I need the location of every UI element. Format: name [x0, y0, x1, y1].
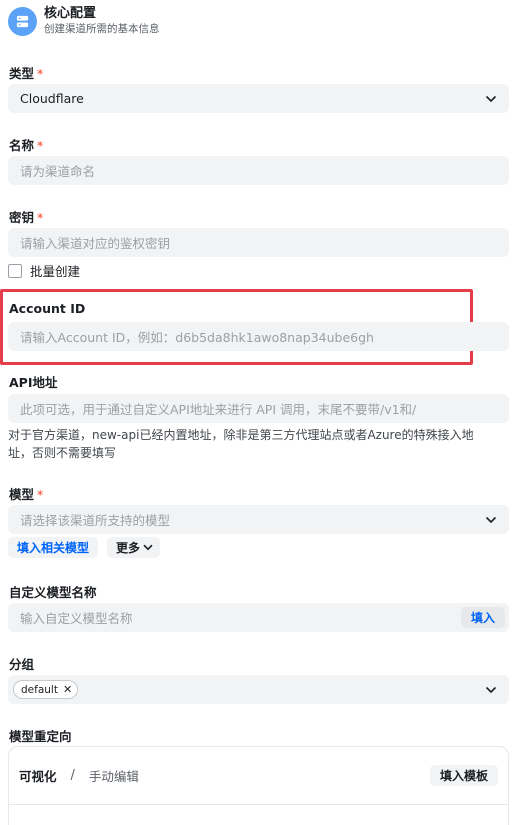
models-select[interactable]: 请选择该渠道所支持的模型	[8, 505, 509, 534]
batch-create-label: 批量创建	[30, 264, 81, 279]
section-header: 核心配置 创建渠道所需的基本信息	[8, 4, 508, 38]
chevron-down-icon	[485, 516, 497, 523]
required-mark: *	[37, 210, 44, 225]
api-address-input-placeholder: 此项可选，用于通过自定义API地址来进行 API 调用，末尾不要带/v1和/	[20, 402, 417, 417]
close-icon[interactable]: ✕	[63, 683, 72, 696]
chevron-down-icon	[485, 686, 497, 693]
type-select[interactable]: Cloudflare	[8, 84, 509, 113]
tab-separator: /	[70, 768, 75, 783]
model-redirect-editor: 可视化 / 手动编辑 填入模板	[8, 746, 509, 825]
more-button[interactable]: 更多	[107, 537, 161, 558]
api-address-input[interactable]: 此项可选，用于通过自定义API地址来进行 API 调用，末尾不要带/v1和/	[8, 394, 509, 423]
group-select[interactable]: default ✕	[8, 675, 509, 704]
fill-related-models-button[interactable]: 填入相关模型	[8, 537, 99, 558]
fill-custom-model-button[interactable]: 填入	[460, 607, 505, 628]
key-input[interactable]: 请输入渠道对应的鉴权密钥	[8, 228, 509, 257]
account-id-label: Account ID	[9, 301, 86, 316]
models-actions: 填入相关模型 更多	[8, 537, 161, 558]
group-tags: default ✕	[13, 680, 477, 699]
group-tag: default ✕	[13, 680, 79, 699]
models-select-placeholder: 请选择该渠道所支持的模型	[20, 513, 171, 528]
model-redirect-toolbar: 可视化 / 手动编辑 填入模板	[9, 747, 508, 805]
server-icon	[8, 6, 37, 36]
section-subtitle: 创建渠道所需的基本信息	[44, 23, 160, 35]
required-mark: *	[37, 138, 44, 153]
chevron-down-icon	[143, 544, 153, 551]
account-id-input[interactable]: 请输入Account ID，例如：d6b5da8hk1awo8nap34ube6…	[8, 322, 509, 351]
key-input-placeholder: 请输入渠道对应的鉴权密钥	[20, 236, 171, 251]
fill-template-button[interactable]: 填入模板	[429, 765, 498, 786]
chevron-down-icon	[485, 95, 497, 102]
batch-create-checkbox[interactable]	[8, 263, 22, 278]
name-input[interactable]: 请为渠道命名	[8, 156, 509, 185]
tab-manual-edit[interactable]: 手动编辑	[89, 766, 430, 785]
custom-model-input[interactable]: 输入自定义模型名称 填入	[8, 603, 509, 632]
custom-model-label: 自定义模型名称	[9, 585, 97, 600]
account-id-input-placeholder: 请输入Account ID，例如：d6b5da8hk1awo8nap34ube6…	[20, 330, 374, 345]
model-redirect-label: 模型重定向	[9, 729, 72, 744]
type-label: 类型 *	[9, 66, 44, 81]
section-title: 核心配置	[44, 6, 97, 21]
required-mark: *	[37, 487, 44, 502]
api-address-help: 对于官方渠道，new-api已经内置地址，除非是第三方代理站点或者Azure的特…	[8, 428, 474, 460]
api-address-label: API地址	[9, 375, 58, 390]
name-label: 名称 *	[9, 138, 44, 153]
tab-visual[interactable]: 可视化	[19, 766, 57, 785]
models-label: 模型 *	[9, 487, 44, 502]
batch-create-checkbox-row[interactable]: 批量创建	[8, 261, 80, 280]
key-label: 密钥 *	[9, 210, 44, 225]
type-select-value: Cloudflare	[20, 91, 84, 106]
group-label: 分组	[9, 657, 35, 672]
required-mark: *	[37, 66, 44, 81]
custom-model-input-placeholder: 输入自定义模型名称	[20, 611, 133, 626]
name-input-placeholder: 请为渠道命名	[20, 164, 96, 179]
